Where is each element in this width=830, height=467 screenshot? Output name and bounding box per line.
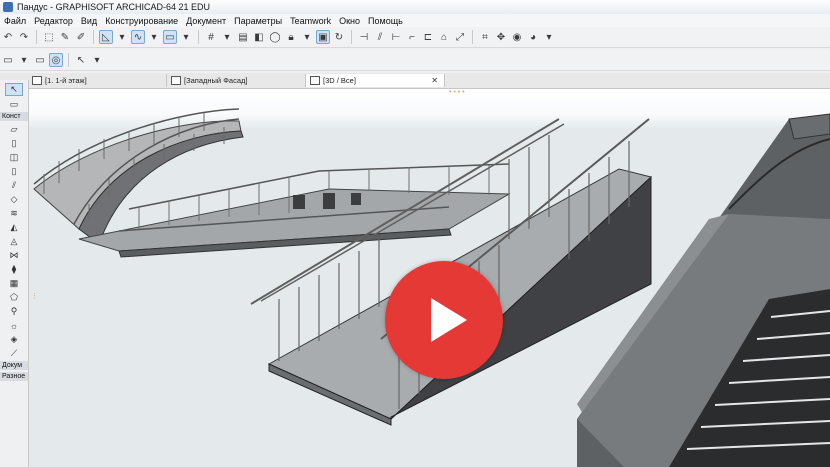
- box-select-icon[interactable]: ▭: [33, 53, 47, 67]
- archicad-app-icon: [3, 2, 13, 12]
- dropdown-arrow-icon[interactable]: ▾: [90, 53, 104, 67]
- dropdown-arrow-icon[interactable]: ▾: [300, 30, 314, 44]
- offset-icon[interactable]: ⊏: [421, 30, 435, 44]
- rotate-icon[interactable]: ↻: [332, 30, 346, 44]
- tab-label: [1. 1-й этаж]: [45, 76, 87, 85]
- 3d-orbit-icon[interactable]: ◉: [510, 30, 524, 44]
- arrow-tool-icon[interactable]: ↖: [5, 83, 23, 96]
- elevation-icon: [171, 76, 181, 85]
- beam-tool-icon[interactable]: ◫: [6, 152, 22, 163]
- menu-window[interactable]: Окно: [335, 16, 364, 26]
- splitter-handle-icon[interactable]: • • • •: [449, 89, 465, 96]
- toolbar-separator: [36, 30, 37, 44]
- toolbar-separator: [93, 30, 94, 44]
- toolbox-palette: ↖ ▭ Конст ▱ ▯ ◫ ▯ ⫽ ◇ ≋ ◭ ◬ ⋈ ⧫ ▦ ⬠ ⚲ ☼ …: [0, 80, 29, 467]
- menu-bar: Файл Редактор Вид Конструирование Докуме…: [0, 14, 830, 27]
- roof-tool-icon[interactable]: ◭: [6, 222, 22, 233]
- gravity-icon[interactable]: ◺: [99, 30, 113, 44]
- view-tabs-bar: [1. 1-й этаж] [Западный Фасад] [3D / Все…: [0, 73, 830, 89]
- standard-toolbar: ↶ ↷ ⬚ ✎ ✐ ◺ ▾ ∿ ▾ ▭ ▾ # ▾ ▤ ◧ ◯ 🔒︎ ▾ ▣ ↻…: [0, 27, 830, 48]
- dropdown-arrow-icon[interactable]: ▾: [147, 30, 161, 44]
- toolbar-separator: [68, 53, 69, 67]
- select-tool-icon[interactable]: ⬚: [42, 30, 56, 44]
- split-icon[interactable]: ⫽: [373, 30, 387, 44]
- stair-tool-icon[interactable]: ≋: [6, 208, 22, 219]
- 3d-cut-icon[interactable]: ⌗: [478, 30, 492, 44]
- tab-3d-all[interactable]: [3D / Все] ✕: [306, 74, 445, 87]
- toolbar-separator: [198, 30, 199, 44]
- floor-plan-icon: [32, 76, 42, 85]
- eyedropper-icon[interactable]: ✐: [74, 30, 88, 44]
- title-bar: Пандус - GRAPHISOFT ARCHICAD-64 21 EDU: [0, 0, 830, 14]
- fill-icon[interactable]: ◧: [252, 30, 266, 44]
- explode-icon[interactable]: ⌂: [437, 30, 451, 44]
- corner-icon[interactable]: ⌐: [405, 30, 419, 44]
- dropdown-arrow-icon[interactable]: ▾: [17, 53, 31, 67]
- ramp-tool-icon[interactable]: ⟋: [6, 348, 22, 359]
- undo-icon[interactable]: ↶: [1, 30, 15, 44]
- pointer-icon[interactable]: ↖: [74, 53, 88, 67]
- toolbox-section-document[interactable]: Докум: [0, 361, 28, 370]
- toolbar-separator: [351, 30, 352, 44]
- info-box-toolbar: ▭ ▾ ▭ ◎ ↖ ▾: [0, 50, 830, 71]
- toolbox-section-design[interactable]: Конст: [0, 112, 28, 121]
- play-icon: [431, 298, 467, 342]
- tab-west-elevation[interactable]: [Западный Фасад]: [167, 74, 306, 87]
- render-icon[interactable]: ◕: [526, 30, 540, 44]
- selection-icon[interactable]: ◯: [268, 30, 282, 44]
- snap-icon[interactable]: ∿: [131, 30, 145, 44]
- object-tool-icon[interactable]: ⚲: [6, 306, 22, 317]
- window-title: Пандус - GRAPHISOFT ARCHICAD-64 21 EDU: [17, 2, 210, 12]
- dropdown-arrow-icon[interactable]: ▾: [220, 30, 234, 44]
- video-play-button[interactable]: [385, 261, 503, 379]
- menu-design[interactable]: Конструирование: [101, 16, 182, 26]
- menu-help[interactable]: Помощь: [364, 16, 407, 26]
- menu-view[interactable]: Вид: [77, 16, 101, 26]
- single-select-icon[interactable]: ▭: [1, 53, 15, 67]
- menu-file[interactable]: Файл: [0, 16, 30, 26]
- adjust-icon[interactable]: ⊢: [389, 30, 403, 44]
- magic-wand-icon[interactable]: ✎: [58, 30, 72, 44]
- curtain-wall-tool-icon[interactable]: ▦: [6, 278, 22, 289]
- 3d-view-icon: [310, 76, 320, 85]
- column-tool-icon[interactable]: ▯: [6, 138, 22, 149]
- door-tool-icon[interactable]: ⫽: [6, 180, 22, 191]
- railing-tool-icon[interactable]: ⋈: [6, 250, 22, 261]
- grid-snap-icon[interactable]: #: [204, 30, 218, 44]
- close-tab-icon[interactable]: ✕: [431, 76, 438, 85]
- mesh-tool-icon[interactable]: ⧫: [6, 264, 22, 275]
- rotated-box-icon[interactable]: ◎: [49, 53, 63, 67]
- shell-tool-icon[interactable]: ◬: [6, 236, 22, 247]
- resize-icon[interactable]: ⤢: [453, 30, 467, 44]
- layers-icon[interactable]: ▤: [236, 30, 250, 44]
- dropdown-arrow-icon[interactable]: ▾: [115, 30, 129, 44]
- menu-options[interactable]: Параметры: [230, 16, 286, 26]
- zone-tool-icon[interactable]: ◈: [6, 334, 22, 345]
- window-tool-icon[interactable]: ▯: [6, 166, 22, 177]
- lamp-tool-icon[interactable]: ☼: [6, 320, 22, 331]
- tab-label: [Западный Фасад]: [184, 76, 248, 85]
- menu-document[interactable]: Документ: [182, 16, 230, 26]
- trace-icon[interactable]: ▣: [316, 30, 330, 44]
- toolbox-section-more[interactable]: Разное: [0, 372, 28, 381]
- menu-edit[interactable]: Редактор: [30, 16, 77, 26]
- lock-icon[interactable]: 🔒︎: [284, 30, 298, 44]
- menu-teamwork[interactable]: Teamwork: [286, 16, 335, 26]
- intersect-icon[interactable]: ⊣: [357, 30, 371, 44]
- tab-floor-plan[interactable]: [1. 1-й этаж]: [28, 74, 167, 87]
- redo-icon[interactable]: ↷: [17, 30, 31, 44]
- toolbar-separator: [472, 30, 473, 44]
- 3d-explore-icon[interactable]: ✥: [494, 30, 508, 44]
- tab-label: [3D / Все]: [323, 76, 356, 85]
- marquee-tool-icon[interactable]: ▭: [6, 99, 22, 110]
- dropdown-arrow-icon[interactable]: ▾: [542, 30, 556, 44]
- wall-tool-icon[interactable]: ▱: [6, 124, 22, 135]
- toolbox-resize-handle-icon[interactable]: ⋮: [31, 292, 38, 300]
- dropdown-arrow-icon[interactable]: ▾: [179, 30, 193, 44]
- 3d-viewport[interactable]: [29, 89, 830, 467]
- suspend-groups-icon[interactable]: ▭: [163, 30, 177, 44]
- morph-tool-icon[interactable]: ⬠: [6, 292, 22, 303]
- slab-tool-icon[interactable]: ◇: [6, 194, 22, 205]
